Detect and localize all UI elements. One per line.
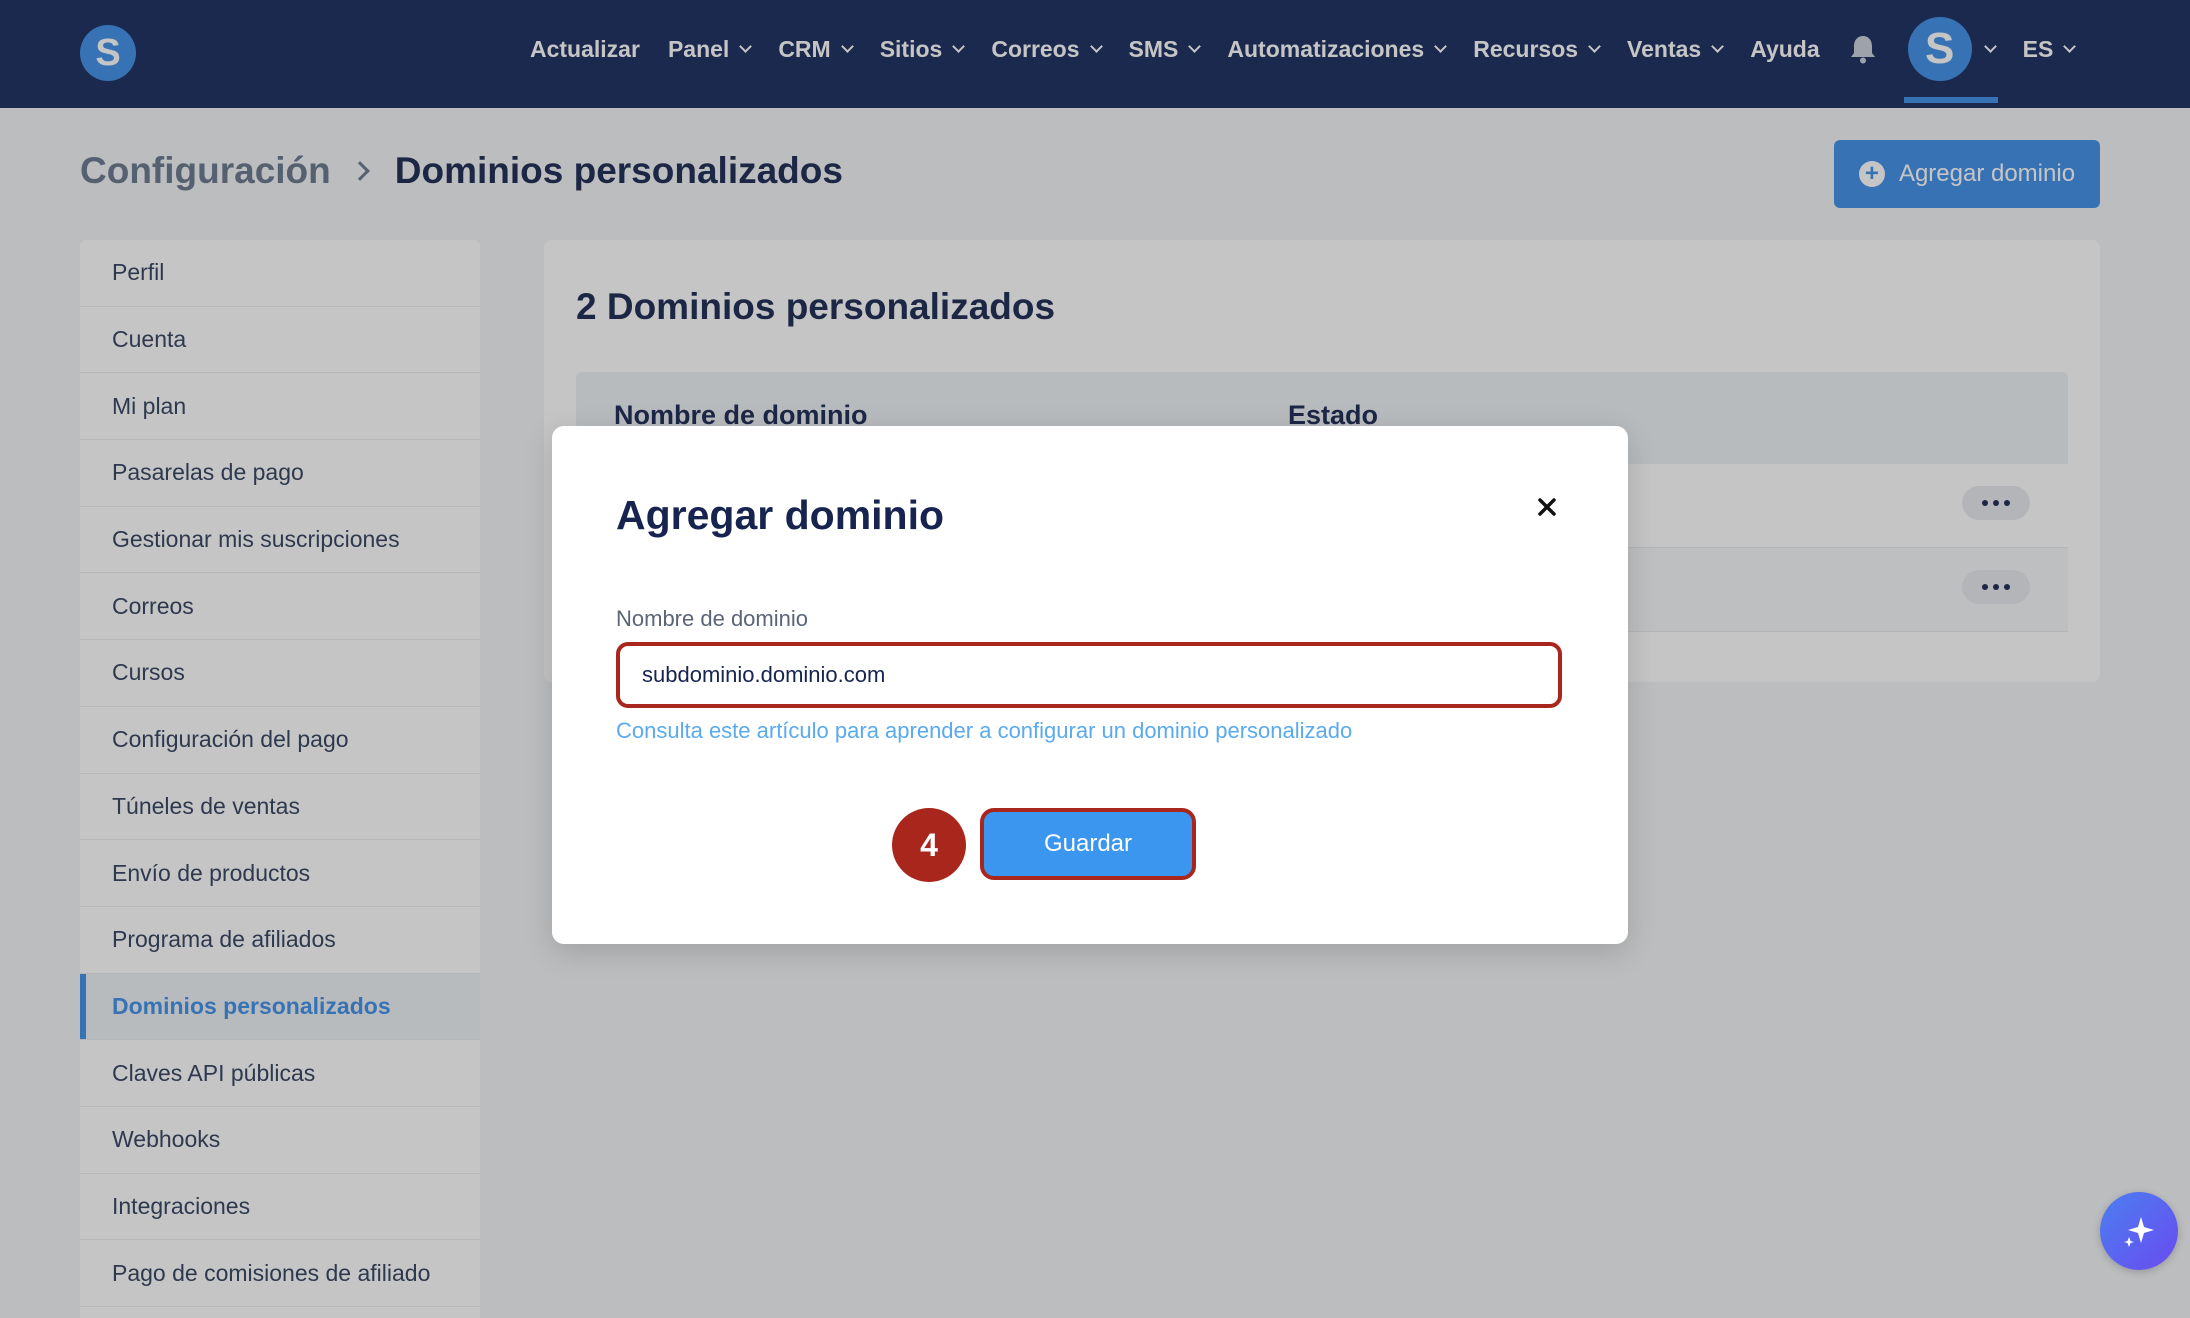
modal-title: Agregar dominio	[616, 492, 945, 538]
help-article-link[interactable]: Consulta este artículo para aprender a c…	[616, 718, 1352, 744]
domain-name-input[interactable]: subdominio.dominio.com	[616, 642, 1562, 708]
domain-name-value: subdominio.dominio.com	[642, 662, 886, 687]
close-icon[interactable]	[1532, 492, 1562, 522]
add-domain-modal: Agregar dominio Nombre de dominio subdom…	[552, 426, 1628, 944]
step-number-badge: 4	[892, 808, 966, 882]
save-button[interactable]: Guardar	[980, 808, 1196, 880]
sparkle-icon	[2124, 1217, 2154, 1247]
ai-assistant-button[interactable]	[2100, 1192, 2178, 1270]
domain-name-label: Nombre de dominio	[616, 606, 808, 631]
